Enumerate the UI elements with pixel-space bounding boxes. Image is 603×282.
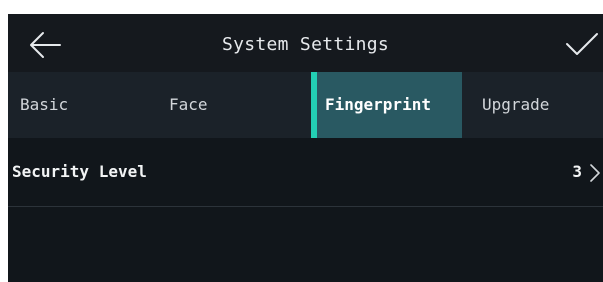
chevron-right-icon <box>590 164 600 182</box>
tab-basic[interactable]: Basic <box>20 72 68 138</box>
active-tab-indicator <box>311 72 317 138</box>
security-level-row[interactable]: Security Level 3 <box>8 138 603 206</box>
tab-fingerprint[interactable]: Fingerprint <box>311 72 462 138</box>
row-divider <box>8 206 603 207</box>
checkmark-icon <box>566 33 598 55</box>
security-level-label: Security Level <box>12 162 147 181</box>
tab-face[interactable]: Face <box>169 72 208 138</box>
confirm-button[interactable] <box>559 28 603 62</box>
page-title: System Settings <box>221 34 390 55</box>
header-bar: System Settings <box>8 14 603 72</box>
tab-fingerprint-label: Fingerprint <box>325 95 431 114</box>
security-level-value: 3 <box>572 162 582 181</box>
tab-upgrade[interactable]: Upgrade <box>482 72 549 138</box>
device-screen: System Settings Basic Face Fingerprint U… <box>8 14 603 282</box>
tab-bar: Basic Face Fingerprint Upgrade <box>8 72 603 138</box>
